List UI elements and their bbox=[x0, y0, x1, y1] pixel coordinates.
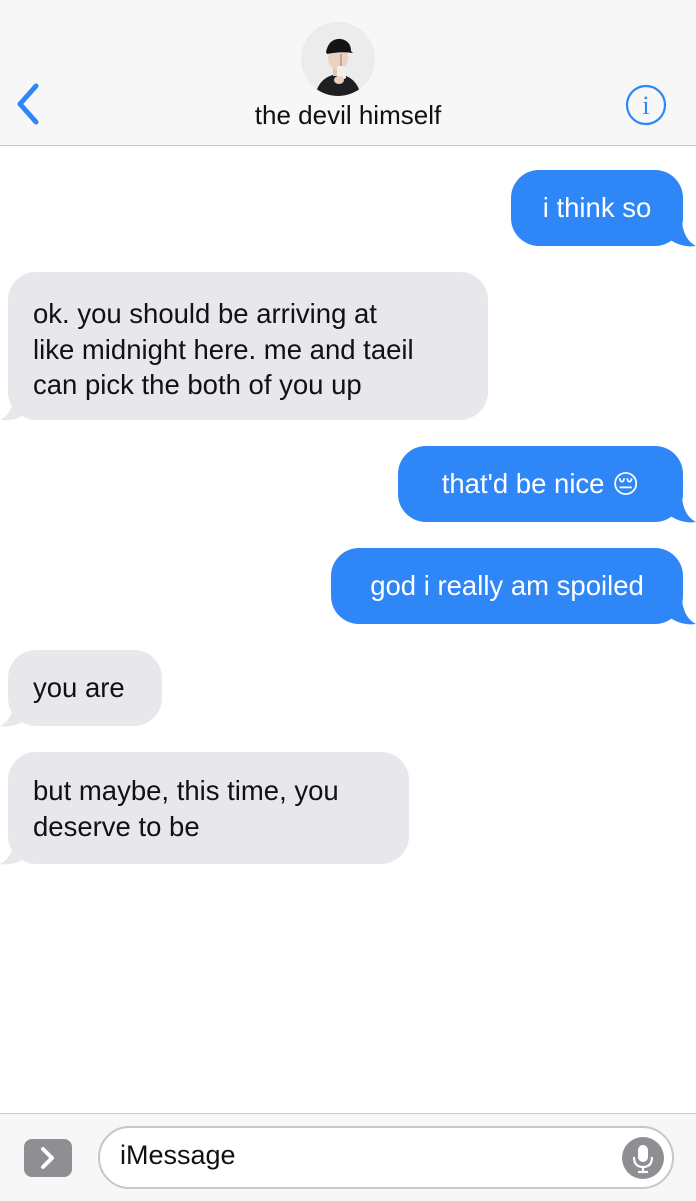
conversation-header: the devil himself i bbox=[0, 0, 696, 146]
message-text: god i really am spoiled bbox=[370, 570, 644, 601]
svg-text:i: i bbox=[642, 91, 649, 120]
message-line: like midnight here. me and taeil bbox=[33, 333, 414, 365]
contact-name[interactable]: the devil himself bbox=[0, 100, 696, 131]
message-text: that'd be nice bbox=[441, 468, 605, 499]
bubble-tail bbox=[0, 702, 28, 727]
info-button[interactable]: i bbox=[625, 84, 667, 126]
bubble-tail bbox=[668, 222, 696, 247]
bubble-tail bbox=[668, 600, 696, 625]
message-line: can pick the both of you up bbox=[33, 369, 362, 400]
apps-button[interactable] bbox=[24, 1139, 72, 1177]
contact-avatar[interactable] bbox=[301, 22, 375, 96]
message-bubble-incoming[interactable]: but maybe, this time, you deserve to be bbox=[8, 752, 409, 864]
message-bubble-incoming[interactable]: ok. you should be arriving at like midni… bbox=[8, 272, 488, 420]
chevron-right-icon bbox=[41, 1147, 54, 1169]
microphone-icon bbox=[632, 1145, 654, 1174]
dictation-button[interactable] bbox=[622, 1137, 664, 1179]
message-line: but maybe, this time, you bbox=[33, 775, 339, 806]
message-line: deserve to be bbox=[33, 810, 200, 842]
message-text: i think so bbox=[542, 192, 652, 223]
message-bubble-incoming[interactable]: you are bbox=[8, 650, 162, 726]
pensive-face-emoji: 😔 bbox=[612, 469, 640, 499]
message-bubble-outgoing[interactable]: god i really am spoiled bbox=[331, 548, 683, 624]
info-icon: i bbox=[625, 84, 667, 126]
bubble-tail bbox=[0, 840, 28, 865]
message-bubble-outgoing[interactable]: that'd be nice 😔 bbox=[398, 446, 683, 522]
message-input[interactable]: iMessage bbox=[98, 1126, 674, 1189]
bubble-tail bbox=[0, 396, 28, 421]
bubble-tail bbox=[668, 498, 696, 523]
message-composer: iMessage bbox=[0, 1113, 696, 1201]
message-line: ok. you should be arriving at bbox=[33, 298, 377, 329]
message-bubble-outgoing[interactable]: i think so bbox=[511, 170, 683, 246]
message-input-placeholder: iMessage bbox=[120, 1140, 236, 1170]
message-line: you are bbox=[33, 672, 125, 703]
